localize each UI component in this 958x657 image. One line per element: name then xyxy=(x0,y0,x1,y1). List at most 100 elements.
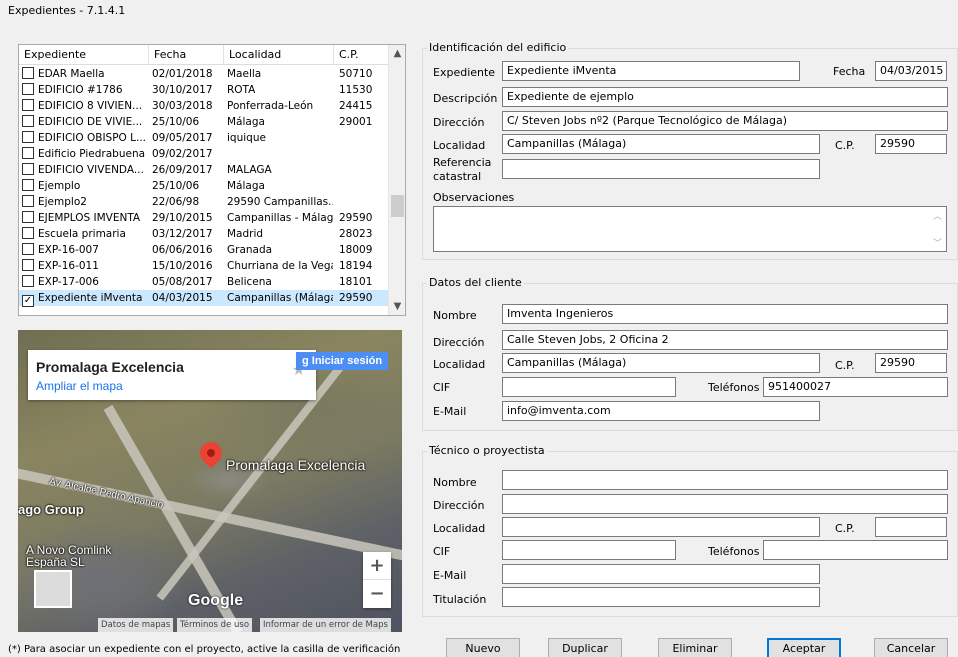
row-checkbox[interactable] xyxy=(22,243,34,255)
zoom-out-button[interactable]: − xyxy=(363,580,391,608)
cliente-email-field[interactable]: info@imventa.com xyxy=(502,401,820,421)
eliminar-button[interactable]: Eliminar xyxy=(658,638,732,657)
scroll-down-arrow-icon[interactable]: ▼ xyxy=(389,298,405,315)
row-checkbox[interactable] xyxy=(22,259,34,271)
tecnico-direccion-field[interactable] xyxy=(502,494,948,514)
fecha-field[interactable]: 04/03/2015 xyxy=(875,61,947,81)
table-row[interactable]: EDIFICIO OBISPO L... 09/05/2017 iquique xyxy=(19,130,388,146)
localidad-field[interactable]: Campanillas (Málaga) xyxy=(502,134,820,154)
descripcion-field[interactable]: Expediente de ejemplo xyxy=(502,87,948,107)
row-fecha: 22/06/98 xyxy=(152,196,200,208)
row-checkbox[interactable] xyxy=(22,99,34,111)
row-expediente: EDIFICIO DE VIVIE... xyxy=(38,116,143,128)
table-row[interactable]: Escuela primaria 03/12/2017 Madrid 28023 xyxy=(19,226,388,242)
map-data-link[interactable]: Datos de mapas xyxy=(98,618,174,632)
location-pin-icon[interactable] xyxy=(195,437,227,469)
list-scrollbar[interactable]: ▲ ▼ xyxy=(388,45,405,315)
row-checkbox[interactable] xyxy=(22,195,34,207)
table-row[interactable]: EXP-17-006 05/08/2017 Belicena 18101 xyxy=(19,274,388,290)
column-header-localidad[interactable]: Localidad xyxy=(224,45,334,65)
direccion-field[interactable]: C/ Steven Jobs nº2 (Parque Tecnológico d… xyxy=(502,111,948,131)
row-checkbox[interactable] xyxy=(22,147,34,159)
table-row[interactable]: EXP-16-011 15/10/2016 Churriana de la Vega… xyxy=(19,258,388,274)
duplicar-button[interactable]: Duplicar xyxy=(548,638,622,657)
scroll-down-arrow-icon[interactable]: ﹀ xyxy=(929,236,946,249)
table-row[interactable]: Ejemplo2 22/06/98 29590 Campanillas... xyxy=(19,194,388,210)
row-cp: 18009 xyxy=(339,244,373,256)
row-checkbox[interactable] xyxy=(22,211,34,223)
row-fecha: 25/10/06 xyxy=(152,116,200,128)
row-localidad: Málaga xyxy=(227,180,265,192)
table-row[interactable]: EDIFICIO DE VIVIE... 25/10/06 Málaga 29001 xyxy=(19,114,388,130)
row-checkbox[interactable] xyxy=(22,275,34,287)
cliente-cp-field[interactable]: 29590 xyxy=(875,353,947,373)
scroll-up-arrow-icon[interactable]: ︿ xyxy=(929,209,946,222)
pin-label: Promalaga Excelencia xyxy=(226,457,366,473)
observaciones-textarea[interactable]: ︿ ﹀ xyxy=(433,206,947,252)
zoom-in-button[interactable]: + xyxy=(363,552,391,580)
aceptar-button[interactable]: Aceptar xyxy=(767,638,841,657)
map-view[interactable]: Promalaga Excelencia Ampliar el mapa ★ g… xyxy=(18,330,402,632)
table-row[interactable]: Edificio Piedrabuena 09/02/2017 xyxy=(19,146,388,162)
row-checkbox[interactable] xyxy=(22,179,34,191)
table-row[interactable]: ✓ Expediente iMventa 04/03/2015 Campanillas… xyxy=(19,290,388,307)
street-view-thumbnail[interactable] xyxy=(34,570,72,608)
tecnico-direccion-label: Dirección xyxy=(433,499,485,512)
cliente-localidad-field[interactable]: Campanillas (Málaga) xyxy=(502,353,820,373)
row-checkbox[interactable]: ✓ xyxy=(22,295,34,307)
row-checkbox[interactable] xyxy=(22,131,34,143)
row-expediente-cell: Ejemplo2 xyxy=(22,194,148,210)
tecnico-nombre-field[interactable] xyxy=(502,470,948,490)
signin-button[interactable]: g Iniciar sesión xyxy=(296,352,389,370)
enlarge-map-link[interactable]: Ampliar el mapa xyxy=(36,379,123,393)
column-header-fecha[interactable]: Fecha xyxy=(149,45,224,65)
row-checkbox[interactable] xyxy=(22,227,34,239)
referencia-field[interactable] xyxy=(502,159,820,179)
row-expediente: EXP-17-006 xyxy=(38,276,99,288)
cp-field[interactable]: 29590 xyxy=(875,134,947,154)
table-row[interactable]: EDIFICIO #1786 30/10/2017 ROTA 11530 xyxy=(19,82,388,98)
tecnico-localidad-field[interactable] xyxy=(502,517,820,537)
row-checkbox[interactable] xyxy=(22,83,34,95)
expediente-field[interactable]: Expediente iMventa xyxy=(502,61,800,81)
cliente-telefonos-field[interactable]: 951400027 xyxy=(763,377,948,397)
scroll-up-arrow-icon[interactable]: ▲ xyxy=(389,45,405,62)
row-checkbox[interactable] xyxy=(22,115,34,127)
row-localidad: Churriana de la Vega xyxy=(227,260,333,272)
table-row[interactable]: EJEMPLOS IMVENTA 29/10/2015 Campanillas - … xyxy=(19,210,388,226)
cliente-direccion-field[interactable]: Calle Steven Jobs, 2 Oficina 2 xyxy=(502,330,948,350)
textarea-scrollbar[interactable]: ︿ ﹀ xyxy=(929,207,946,251)
row-expediente-cell: EDIFICIO OBISPO L... xyxy=(22,130,148,146)
tecnico-localidad-label: Localidad xyxy=(433,522,486,535)
tecnico-cp-field[interactable] xyxy=(875,517,947,537)
nuevo-button[interactable]: Nuevo xyxy=(446,638,520,657)
tecnico-nombre-label: Nombre xyxy=(433,476,477,489)
table-row[interactable]: EDAR Maella 02/01/2018 Maella 50710 xyxy=(19,66,388,82)
cancelar-button[interactable]: Cancelar xyxy=(874,638,948,657)
cliente-nombre-field[interactable]: Imventa Ingenieros xyxy=(502,304,948,324)
table-row[interactable]: EDIFICIO VIVENDA... 26/09/2017 MALAGA xyxy=(19,162,388,178)
tecnico-telefonos-label: Teléfonos xyxy=(708,545,760,558)
row-checkbox[interactable] xyxy=(22,163,34,175)
column-header-expediente[interactable]: Expediente xyxy=(19,45,149,65)
row-expediente: EDIFICIO 8 VIVIEN... xyxy=(38,100,143,112)
tecnico-telefonos-field[interactable] xyxy=(763,540,948,560)
expedientes-list[interactable]: Expediente Fecha Localidad C.P. EDAR Mae… xyxy=(18,44,406,316)
row-checkbox[interactable] xyxy=(22,67,34,79)
scroll-thumb[interactable] xyxy=(391,195,404,217)
fecha-label: Fecha xyxy=(833,65,866,78)
tecnico-cif-field[interactable] xyxy=(502,540,676,560)
column-header-cp[interactable]: C.P. xyxy=(334,45,390,65)
cliente-cif-field[interactable] xyxy=(502,377,676,397)
map-terms-link[interactable]: Términos de uso xyxy=(177,618,253,632)
tecnico-titulacion-field[interactable] xyxy=(502,587,820,607)
tecnico-email-field[interactable] xyxy=(502,564,820,584)
map-report-link[interactable]: Informar de un error de Maps xyxy=(260,618,391,632)
google-logo: Google xyxy=(188,592,244,609)
row-expediente-cell: EDAR Maella xyxy=(22,66,148,82)
row-expediente: Expediente iMventa xyxy=(38,292,143,304)
direccion-label: Dirección xyxy=(433,116,485,129)
table-row[interactable]: Ejemplo 25/10/06 Málaga xyxy=(19,178,388,194)
table-row[interactable]: EDIFICIO 8 VIVIEN... 30/03/2018 Ponferrada… xyxy=(19,98,388,114)
table-row[interactable]: EXP-16-007 06/06/2016 Granada 18009 xyxy=(19,242,388,258)
